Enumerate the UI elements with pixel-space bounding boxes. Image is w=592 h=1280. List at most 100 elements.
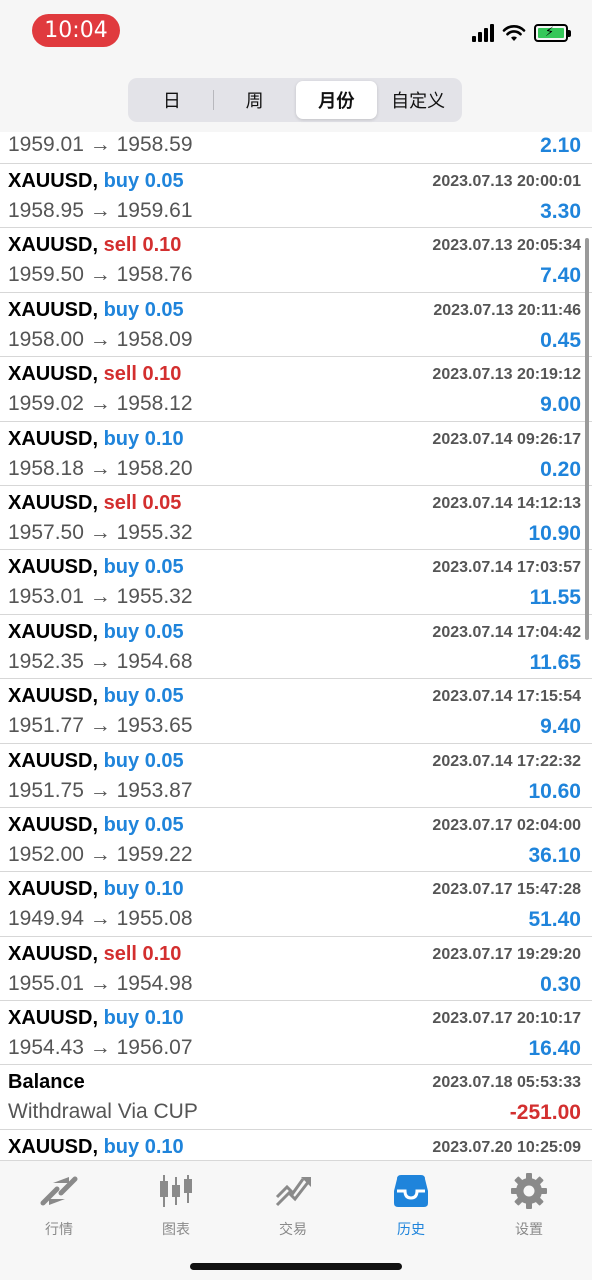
trade-lot: 0.10 (144, 1135, 184, 1158)
trade-symbol: XAUUSD, (8, 685, 99, 708)
trade-symbol: XAUUSD, (8, 1007, 99, 1030)
open-price: 1958.18 (8, 456, 84, 480)
trade-symbol: XAUUSD, (8, 363, 99, 386)
trade-row[interactable]: XAUUSD, buy 0.05 2023.07.14 17:22:32 1951.… (0, 744, 592, 808)
trade-row[interactable]: XAUUSD, buy 0.05 2023.07.17 02:04:00 1952.… (0, 808, 592, 873)
trade-row[interactable]: XAUUSD, buy 0.10 2023.07.17 15:47:28 1949.… (0, 872, 592, 937)
trade-row[interactable]: XAUUSD, buy 0.05 2023.07.14 17:03:57 1953.… (0, 550, 592, 615)
trade-profit: 11.65 (529, 650, 581, 674)
trade-row[interactable]: XAUUSD, sell 0.10 2023.07.17 19:29:20 1955… (0, 937, 592, 1002)
trade-side: buy (103, 620, 140, 643)
arrow: → (89, 842, 111, 866)
trade-side: sell (103, 363, 137, 386)
tab-chart[interactable]: 图表 (126, 1171, 226, 1241)
home-indicator (190, 1263, 402, 1270)
history-list[interactable]: 1959.01 → 1958.59 2.10 XAUUSD, buy 0.05 202… (0, 132, 592, 1160)
trade-symbol: XAUUSD, (8, 878, 99, 901)
trade-prices: 1958.18 → 1958.20 (8, 457, 193, 481)
tab-trade[interactable]: 交易 (243, 1171, 343, 1241)
tab-settings[interactable]: 设置 (479, 1171, 579, 1241)
arrow: → (89, 714, 111, 738)
period-week[interactable]: 周 (214, 81, 296, 119)
trade-datetime: 2023.07.14 17:15:54 (432, 688, 581, 706)
trade-side: buy (103, 298, 140, 321)
trade-symbol: XAUUSD, (8, 556, 99, 579)
trade-prices: 1959.50 → 1958.76 (8, 263, 193, 287)
trade-datetime: 2023.07.14 17:22:32 (432, 752, 581, 770)
arrow: → (89, 456, 111, 480)
trade-prices: 1952.00 → 1959.22 (8, 843, 193, 867)
trade-datetime: 2023.07.17 02:04:00 (432, 816, 581, 834)
quotes-icon (37, 1171, 81, 1211)
trade-row[interactable]: XAUUSD, sell 0.10 2023.07.13 20:19:12 1959… (0, 357, 592, 422)
trade-side: buy (103, 749, 140, 772)
trade-side: buy (103, 1135, 140, 1158)
tab-label: 设置 (515, 1222, 543, 1238)
tab-history[interactable]: 历史 (361, 1171, 461, 1241)
trade-datetime: 2023.07.20 10:25:09 (432, 1138, 581, 1156)
period-month[interactable]: 月份 (295, 81, 378, 119)
status-bar: 10:04 ⚡ (0, 0, 592, 66)
trade-lot: 0.05 (144, 170, 184, 192)
close-price: 1958.20 (116, 456, 193, 480)
trade-lot: 0.10 (142, 234, 182, 257)
balance-title: Balance (8, 1071, 85, 1094)
trade-row[interactable]: XAUUSD, buy 0.05 2023.07.14 17:04:42 1952.… (0, 615, 592, 680)
trade-title: XAUUSD, sell 0.05 (8, 492, 181, 515)
trade-side: buy (103, 878, 140, 901)
trade-profit: 10.90 (528, 521, 581, 545)
close-price: 1953.87 (116, 778, 193, 802)
balance-amount: -251.00 (509, 1101, 581, 1125)
trade-symbol: XAUUSD, (8, 942, 99, 965)
trade-symbol: XAUUSD, (8, 491, 99, 514)
trade-side: buy (103, 813, 140, 836)
tab-label: 历史 (397, 1222, 425, 1238)
open-price: 1951.77 (8, 714, 84, 738)
balance-description: Withdrawal Via CUP (8, 1100, 198, 1124)
arrow: → (89, 649, 111, 673)
trade-row[interactable]: XAUUSD, buy 0.10 2023.07.17 20:10:17 1954.… (0, 1001, 592, 1066)
close-price: 1958.59 (116, 133, 193, 156)
trade-lot: 0.10 (144, 878, 184, 901)
wifi-icon (502, 25, 526, 41)
chart-icon (154, 1171, 198, 1211)
trade-symbol: XAUUSD, (8, 427, 99, 450)
open-price: 1958.95 (8, 199, 84, 222)
close-price: 1959.61 (116, 199, 193, 222)
trade-row[interactable]: XAUUSD, sell 0.05 2023.07.14 14:12:13 1957… (0, 486, 592, 551)
trade-prices: 1958.00 → 1958.09 (8, 328, 193, 352)
trade-row[interactable]: XAUUSD, buy 0.05 2023.07.14 17:15:54 1951.… (0, 679, 592, 744)
open-price: 1949.94 (8, 907, 84, 931)
trade-profit: 0.45 (540, 328, 581, 352)
trade-row[interactable]: 1959.01 → 1958.59 2.10 (0, 132, 592, 164)
close-price: 1954.98 (116, 971, 193, 995)
balance-row[interactable]: Balance 2023.07.18 05:53:33 Withdrawal Via… (0, 1065, 592, 1130)
trade-row[interactable]: XAUUSD, buy 0.05 2023.07.13 20:11:46 1958.… (0, 293, 592, 358)
trade-side: sell (103, 234, 137, 257)
trade-row[interactable]: XAUUSD, buy 0.05 2023.07.13 20:00:01 1958.… (0, 164, 592, 229)
trade-datetime: 2023.07.13 20:19:12 (432, 366, 581, 384)
period-segmented-control: 日 周 月份 自定义 (128, 78, 462, 122)
trade-lot: 0.05 (144, 620, 184, 643)
tab-quotes[interactable]: 行情 (9, 1171, 109, 1241)
trade-symbol: XAUUSD, (8, 298, 99, 321)
trade-datetime: 2023.07.14 17:03:57 (432, 559, 581, 577)
scrollbar[interactable] (585, 238, 589, 640)
open-price: 1952.35 (8, 649, 84, 673)
arrow: → (89, 133, 111, 156)
trade-lot: 0.05 (142, 491, 182, 514)
trade-lot: 0.05 (144, 749, 184, 772)
period-custom[interactable]: 自定义 (377, 81, 459, 119)
trade-row[interactable]: XAUUSD, buy 0.10 2023.07.14 09:26:17 1958.… (0, 422, 592, 486)
cellular-signal-icon (472, 24, 494, 42)
trade-title: XAUUSD, buy 0.10 (8, 1007, 184, 1030)
balance-datetime: 2023.07.18 05:53:33 (432, 1074, 581, 1092)
period-day[interactable]: 日 (131, 81, 213, 119)
trade-prices: 1957.50 → 1955.32 (8, 521, 193, 545)
trade-profit: 51.40 (528, 908, 581, 932)
trade-title: XAUUSD, buy 0.10 (8, 1136, 184, 1159)
trade-row[interactable]: XAUUSD, sell 0.10 2023.07.13 20:05:34 1959… (0, 228, 592, 293)
trade-row[interactable]: XAUUSD, buy 0.10 2023.07.20 10:25:09 (0, 1130, 592, 1160)
trade-prices: 1953.01 → 1955.32 (8, 585, 193, 609)
arrow: → (89, 199, 111, 222)
